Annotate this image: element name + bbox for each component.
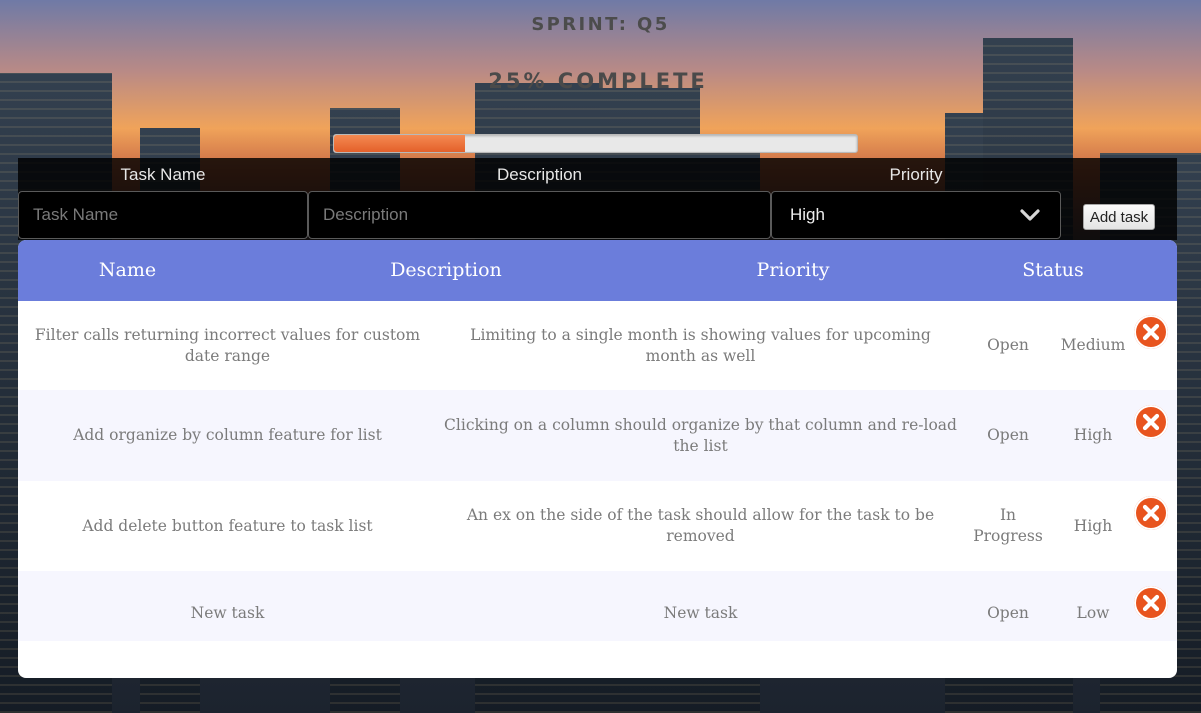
task-name-input[interactable] [18, 191, 308, 239]
task-name-cell: Filter calls returning incorrect values … [34, 325, 421, 365]
task-name-label: Task Name [120, 165, 206, 184]
task-priority-cell: Low [1076, 603, 1110, 622]
description-input[interactable] [308, 191, 771, 239]
priority-label: Priority [889, 165, 943, 184]
delete-task-button[interactable] [1134, 315, 1168, 349]
priority-select[interactable]: High [771, 191, 1061, 239]
table-row: New task New task Open Low [18, 571, 1177, 641]
task-priority-cell: High [1073, 426, 1113, 444]
close-circle-icon [1142, 594, 1160, 612]
close-circle-icon [1142, 323, 1160, 341]
header-priority: Priority [756, 259, 830, 281]
task-status-cell: Open [987, 336, 1029, 354]
table-row: Add organize by column feature for list … [18, 390, 1177, 481]
header-status: Status [1022, 259, 1084, 281]
task-description-cell: Limiting to a single month is showing va… [470, 325, 931, 365]
task-priority-cell: High [1073, 516, 1113, 535]
progress-bar [333, 134, 858, 153]
progress-bar-fill [334, 135, 465, 152]
task-status-cell: Open [987, 426, 1029, 444]
description-label: Description [496, 165, 583, 184]
chevron-down-icon [1020, 209, 1040, 221]
task-name-cell: Add delete button feature to task list [82, 516, 373, 535]
add-task-button[interactable]: Add task [1083, 204, 1155, 230]
delete-task-button[interactable] [1134, 586, 1168, 620]
delete-task-button[interactable] [1134, 405, 1168, 439]
task-name-cell: New task [190, 603, 265, 622]
task-description-cell: New task [663, 603, 738, 622]
task-description-cell: An ex on the side of the task should all… [466, 506, 935, 545]
table-row: Add delete button feature to task list A… [18, 481, 1177, 571]
close-circle-icon [1142, 413, 1160, 431]
task-table: Name Description Priority Status Filter … [18, 240, 1177, 678]
table-header: Name Description Priority Status [18, 240, 1177, 301]
task-name-cell: Add organize by column feature for list [73, 426, 382, 444]
progress-percent-label: 25% COMPLETE [488, 69, 708, 93]
task-description-cell: Clicking on a column should organize by … [444, 415, 957, 455]
task-status-cell: In Progress [973, 506, 1043, 545]
task-status-cell: Open [987, 603, 1029, 622]
table-row: Filter calls returning incorrect values … [18, 301, 1177, 390]
priority-select-value: High [790, 205, 825, 224]
header-description: Description [390, 259, 502, 281]
sprint-title: SPRINT: Q5 [531, 14, 670, 35]
header-name: Name [98, 259, 157, 281]
close-circle-icon [1142, 504, 1160, 522]
delete-task-button[interactable] [1134, 496, 1168, 530]
task-priority-cell: Medium [1060, 336, 1126, 354]
